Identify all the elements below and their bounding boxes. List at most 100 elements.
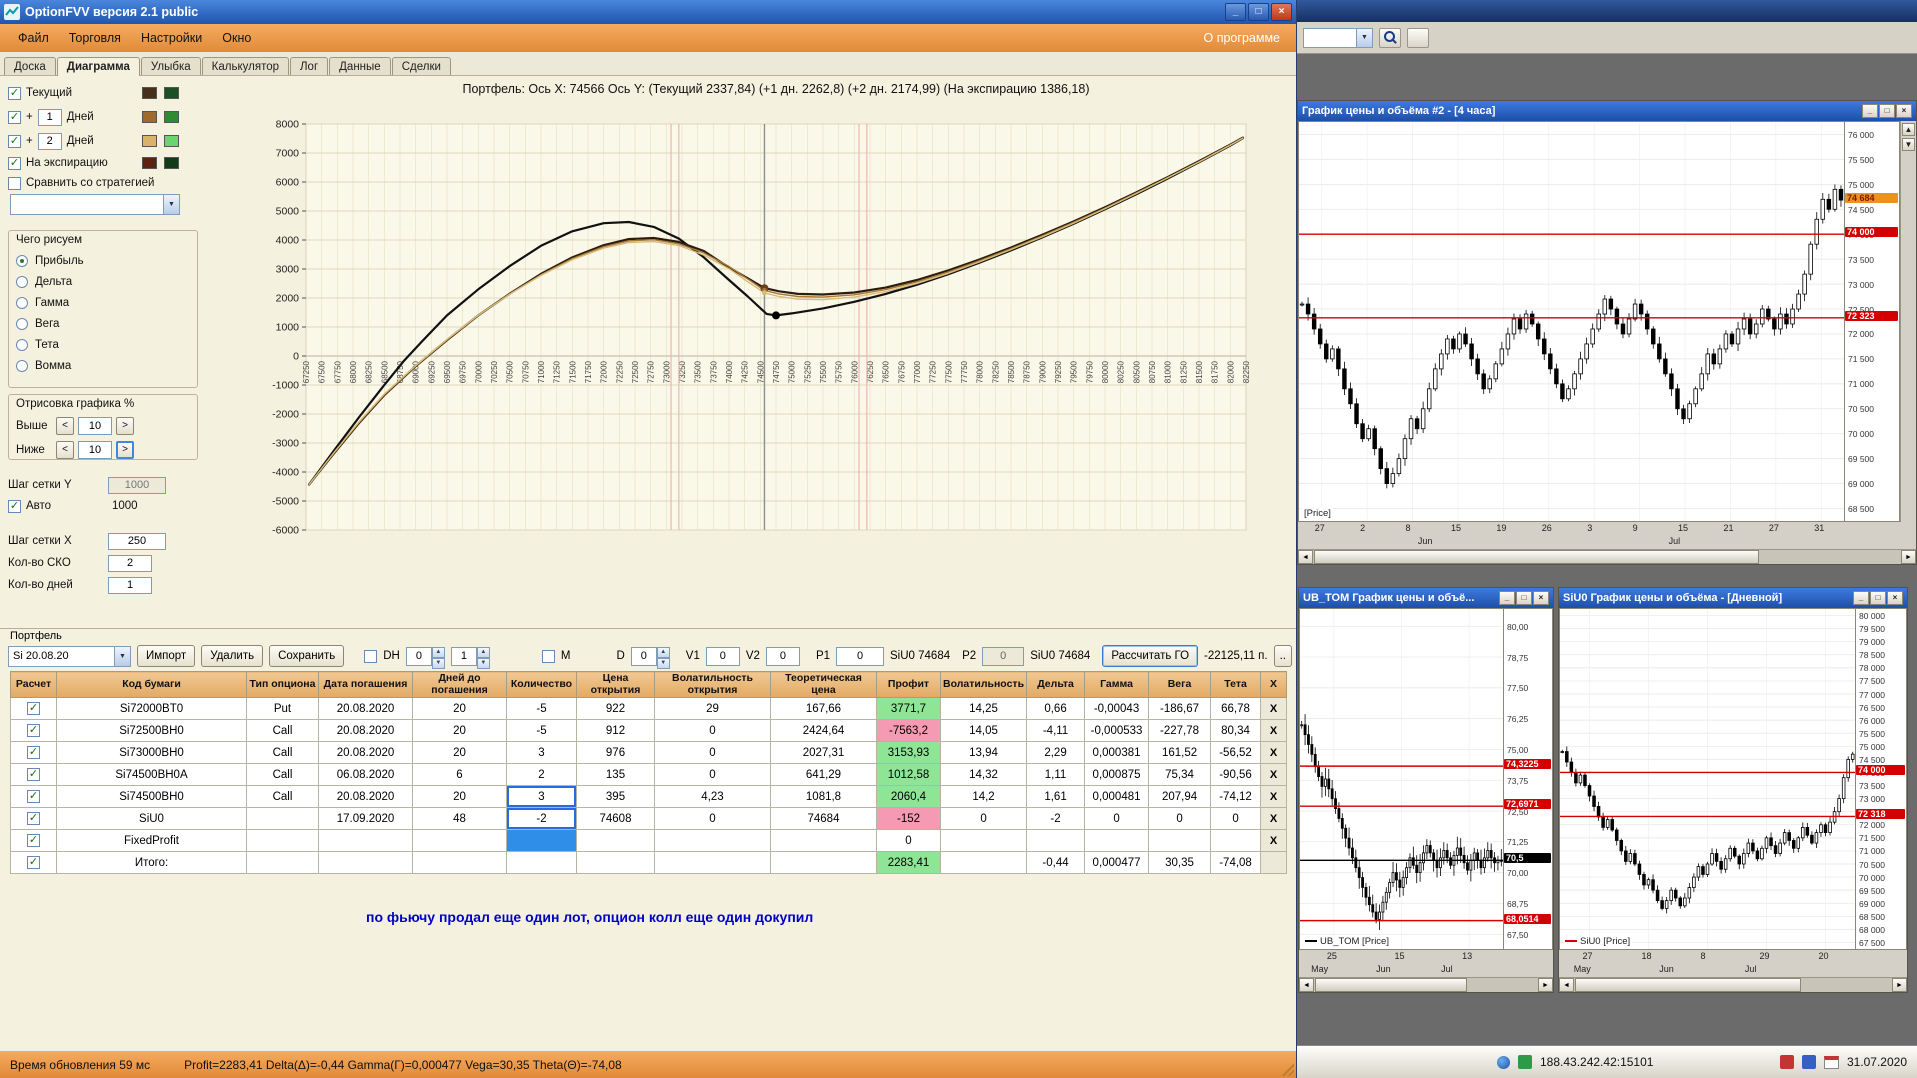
spin-up-icon[interactable]: ▲ (656, 646, 670, 658)
strip-button-0[interactable]: ▲ (1902, 123, 1915, 136)
cell-12[interactable]: 161,52 (1148, 741, 1212, 765)
row-checkbox[interactable]: ✓ (27, 834, 40, 848)
maximize-button[interactable]: □ (1870, 591, 1886, 605)
cell-4[interactable]: 3 (506, 785, 577, 809)
cell-10[interactable]: 1,61 (1026, 785, 1086, 809)
row-calc-cell[interactable]: ✓ (10, 741, 57, 765)
cell-7[interactable]: 641,29 (770, 763, 877, 787)
current-checkbox[interactable]: ✓ (8, 86, 21, 100)
cell-10[interactable]: -4,11 (1026, 719, 1086, 743)
import-button[interactable]: Импорт (136, 645, 196, 667)
row-calc-cell[interactable]: ✓ (10, 785, 57, 809)
cell-3[interactable]: 6 (412, 763, 507, 787)
cell-6[interactable] (654, 851, 771, 875)
cell-5[interactable]: 395 (576, 785, 655, 809)
cell-4[interactable] (506, 829, 577, 853)
cell-10[interactable] (1026, 829, 1086, 853)
remove-row-button[interactable]: X (1260, 763, 1288, 787)
days-count-input[interactable] (108, 576, 152, 594)
chevron-down-icon[interactable]: ▼ (113, 646, 130, 666)
close-button[interactable]: × (1896, 104, 1912, 118)
cell-5[interactable] (576, 851, 655, 875)
radio-2[interactable] (16, 296, 28, 309)
calc-go-button[interactable]: Рассчитать ГО (1102, 645, 1199, 667)
cell-3[interactable]: 20 (412, 719, 507, 743)
cell-1[interactable] (246, 851, 319, 875)
scroll-left-button[interactable]: ◄ (1299, 978, 1314, 992)
maximize-button[interactable]: □ (1879, 104, 1895, 118)
radio-0[interactable] (16, 254, 28, 267)
row-checkbox[interactable]: ✓ (27, 856, 40, 870)
chart2-scrollbar[interactable]: ◄ ► (1299, 977, 1553, 992)
cell-3[interactable]: 20 (412, 785, 507, 809)
cell-1[interactable]: Call (246, 741, 319, 765)
remove-row-button[interactable]: X (1260, 807, 1288, 831)
m-checkbox[interactable] (541, 649, 555, 663)
cell-1[interactable]: Call (246, 763, 319, 787)
cell-6[interactable]: 0 (654, 763, 771, 787)
spin-down-icon[interactable]: ▼ (431, 657, 445, 669)
row-checkbox[interactable]: ✓ (27, 768, 40, 782)
profit-cell[interactable]: 2283,41 (876, 851, 941, 875)
range-below-input[interactable] (78, 441, 112, 459)
cell-9[interactable]: 14,25 (939, 697, 1028, 721)
cell-13[interactable]: -90,56 (1210, 763, 1262, 787)
cell-0[interactable]: FixedProfit (56, 829, 247, 853)
profit-cell[interactable]: 0 (876, 829, 941, 853)
cell-11[interactable]: 0,000875 (1084, 763, 1150, 787)
d-input[interactable] (630, 646, 657, 666)
tray-icon-red[interactable] (1779, 1055, 1794, 1069)
cell-1[interactable] (246, 829, 319, 853)
cell-9[interactable]: 14,32 (939, 763, 1028, 787)
cell-12[interactable]: -227,78 (1148, 719, 1212, 743)
cell-5[interactable]: 922 (576, 697, 655, 721)
chart3-titlebar[interactable]: SiU0 График цены и объёма - [Дневной] _ □… (1559, 588, 1907, 608)
cell-5[interactable]: 135 (576, 763, 655, 787)
remove-row-button[interactable]: X (1260, 697, 1288, 721)
cell-9[interactable]: 13,94 (939, 741, 1028, 765)
cell-2[interactable] (318, 829, 413, 853)
tab-3[interactable]: Калькулятор (201, 57, 289, 75)
p1-input[interactable] (836, 646, 885, 666)
cell-1[interactable]: Call (246, 785, 319, 809)
menu-item-about[interactable]: О программе (1196, 28, 1288, 48)
cell-11[interactable]: 0 (1084, 807, 1150, 831)
more-button[interactable]: .. (1273, 645, 1292, 667)
cell-11[interactable]: 0,000481 (1084, 785, 1150, 809)
cell-6[interactable]: 4,23 (654, 785, 771, 809)
cell-9[interactable]: 14,05 (939, 719, 1028, 743)
cell-0[interactable]: Si74500BH0A (56, 763, 247, 787)
cell-6[interactable]: 0 (654, 807, 771, 831)
radio-4[interactable] (16, 338, 28, 351)
cell-13[interactable]: -74,08 (1210, 851, 1262, 875)
cell-9[interactable] (939, 829, 1028, 853)
scroll-left-button[interactable]: ◄ (1298, 550, 1313, 564)
cell-5[interactable]: 976 (576, 741, 655, 765)
radio-1[interactable] (16, 275, 28, 288)
cell-0[interactable]: Si74500BH0 (56, 785, 247, 809)
p2-input[interactable] (982, 646, 1025, 666)
remove-row-button[interactable]: X (1260, 785, 1288, 809)
remove-row-button[interactable]: X (1260, 741, 1288, 765)
tray-icon-blue[interactable] (1801, 1055, 1816, 1069)
plus1-days-input[interactable] (37, 108, 62, 126)
plus1-checkbox[interactable]: ✓ (8, 110, 21, 124)
toolbar-button[interactable] (1407, 27, 1429, 48)
cell-2[interactable] (318, 851, 413, 875)
radio-5[interactable] (16, 359, 28, 372)
calendar-icon[interactable] (1823, 1055, 1839, 1069)
dh-spinner-2-input[interactable] (450, 646, 477, 666)
minimize-button[interactable]: _ (1862, 104, 1878, 118)
chevron-down-icon[interactable]: ▼ (163, 195, 179, 214)
resize-grip[interactable] (1280, 1062, 1294, 1076)
cell-6[interactable] (654, 829, 771, 853)
remove-row-button[interactable]: X (1260, 829, 1288, 853)
sko-count-input[interactable] (108, 554, 152, 572)
v1-input[interactable] (705, 646, 740, 666)
row-checkbox[interactable]: ✓ (27, 812, 40, 826)
cell-3[interactable] (412, 829, 507, 853)
plus2-checkbox[interactable]: ✓ (8, 134, 21, 148)
strategy-combo[interactable]: ▼ (10, 194, 180, 215)
cell-12[interactable]: 0 (1148, 807, 1212, 831)
cell-1[interactable]: Call (246, 719, 319, 743)
